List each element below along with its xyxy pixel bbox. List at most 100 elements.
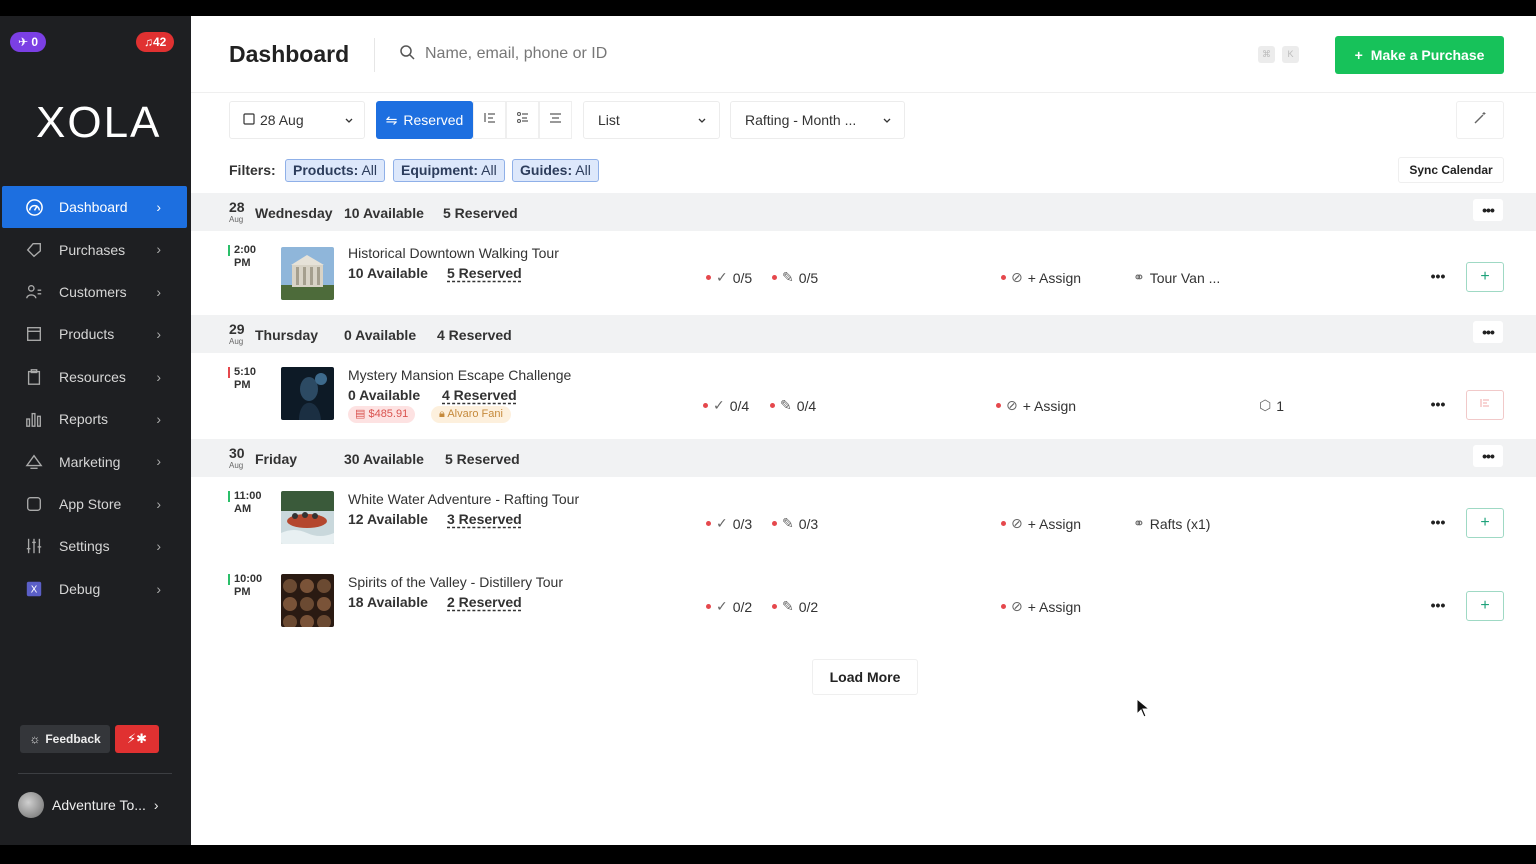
chip-value: All [361, 162, 378, 178]
tour-name[interactable]: Mystery Mansion Escape Challenge [348, 367, 571, 383]
view-option-1-button[interactable] [473, 101, 506, 139]
add-booking-button[interactable]: + [1466, 591, 1504, 621]
price-tag[interactable]: ▤ $485.91 [348, 406, 416, 423]
day-month: Aug [229, 461, 244, 470]
sidebar-item-products[interactable]: Products › [2, 313, 187, 355]
chip-key: Guides: [520, 162, 573, 178]
checkin-count[interactable]: ✓ 0/5 [706, 269, 752, 286]
tour-name[interactable]: Spirits of the Valley - Distillery Tour [348, 574, 563, 590]
tour-reserved-link[interactable]: 2 Reserved [447, 594, 522, 610]
view-option-2-button[interactable] [506, 101, 539, 139]
price-tag-value: $485.91 [368, 408, 409, 420]
assign-guide-button[interactable]: ⊘ + Assign [996, 397, 1076, 414]
report-bug-button[interactable]: ⚡✱ [115, 725, 159, 753]
sidebar-item-label: Products [59, 326, 115, 343]
notifications-badge[interactable]: ✈ 0 [10, 32, 47, 52]
checkin-value: 0/4 [729, 397, 750, 414]
assign-guide-button[interactable]: ⊘ + Assign [1001, 598, 1081, 615]
tour-reserved-link[interactable]: 3 Reserved [447, 511, 522, 527]
chevron-down-icon [344, 113, 354, 129]
search-input[interactable] [425, 42, 925, 66]
assign-guide-button[interactable]: ⊘ + Assign [1001, 515, 1081, 532]
waiver-count[interactable]: ✎ 0/5 [772, 269, 818, 286]
alerts-badge[interactable]: ♫42 [136, 32, 175, 52]
tour-thumbnail[interactable] [281, 491, 334, 544]
checkin-count[interactable]: ✓ 0/4 [703, 397, 749, 414]
resource-badge[interactable]: ⚭ Rafts (x1) [1133, 515, 1210, 532]
pencil-icon: ✎ [780, 397, 792, 413]
assign-guide-button[interactable]: ⊘ + Assign [1001, 269, 1081, 286]
equipment-count-value: 1 [1276, 397, 1285, 414]
day-more-button[interactable]: ••• [1473, 199, 1503, 221]
xola-logo[interactable]: XOLA [36, 98, 161, 148]
day-month: Aug [229, 215, 244, 224]
megaphone-icon: ✈ [18, 35, 29, 49]
guides-filter-chip[interactable]: Guides: All [512, 159, 599, 182]
tour-row[interactable]: 11:00 AM White Water Adventure - Rafting … [191, 477, 1536, 561]
products-filter-chip[interactable]: Products: All [285, 159, 386, 182]
tour-name[interactable]: Historical Downtown Walking Tour [348, 245, 559, 261]
tour-available: 10 Available [348, 265, 428, 281]
guide-tag[interactable]: 🔒︎ Alvaro Fani [431, 406, 511, 423]
tour-thumbnail[interactable] [281, 367, 334, 420]
sidebar-item-reports[interactable]: Reports › [2, 398, 187, 440]
sidebar-item-debug[interactable]: X Debug › [2, 568, 187, 610]
tag-icon [24, 240, 44, 260]
waiver-count[interactable]: ✎ 0/4 [770, 397, 816, 414]
tour-reserved-link[interactable]: 5 Reserved [447, 265, 522, 281]
checkin-count[interactable]: ✓ 0/2 [706, 598, 752, 615]
main-content: Dashboard ⌘ K + Make a Purchase 28 Aug ⇋… [191, 16, 1536, 845]
make-purchase-button[interactable]: + Make a Purchase [1335, 36, 1504, 74]
account-switcher[interactable]: Adventure To... › [18, 792, 159, 818]
sidebar-item-resources[interactable]: Resources › [2, 356, 187, 398]
day-more-button[interactable]: ••• [1473, 445, 1503, 467]
tour-row[interactable]: 10:00 PM Spirits of the Valley - Distille… [191, 561, 1536, 645]
resource-badge[interactable]: ⚭ Tour Van ... [1133, 269, 1220, 286]
sidebar-item-app-store[interactable]: App Store › [2, 483, 187, 525]
tour-row[interactable]: 2:00 PM Historical Downtown Walking Tour … [191, 231, 1536, 315]
add-booking-button[interactable]: + [1466, 262, 1504, 292]
compass-icon: ⊘ [1006, 397, 1018, 413]
filter-lines-icon: ⇋ [385, 111, 398, 128]
sync-calendar-button[interactable]: Sync Calendar [1398, 157, 1504, 183]
day-more-button[interactable]: ••• [1473, 321, 1503, 343]
feedback-button[interactable]: ☼ Feedback [20, 725, 110, 753]
tour-time: 5:10 PM [234, 366, 256, 392]
clipboard-icon [24, 367, 44, 387]
sidebar-item-customers[interactable]: Customers › [2, 271, 187, 313]
add-booking-button[interactable] [1466, 390, 1504, 420]
checkin-value: 0/2 [732, 598, 753, 615]
row-more-button[interactable]: ••• [1423, 511, 1453, 533]
view-option-3-button[interactable] [539, 101, 572, 139]
row-more-button[interactable]: ••• [1423, 393, 1453, 415]
equipment-count[interactable]: ⬡ 1 [1259, 397, 1284, 414]
page-title: Dashboard [229, 41, 350, 67]
sidebar-item-label: Customers [59, 283, 127, 300]
add-booking-button[interactable]: + [1466, 508, 1504, 538]
load-more-button[interactable]: Load More [812, 659, 918, 695]
tour-reserved-link[interactable]: 4 Reserved [442, 387, 517, 403]
magic-wand-button[interactable] [1456, 101, 1504, 139]
equipment-filter-chip[interactable]: Equipment: All [393, 159, 505, 182]
sidebar-item-settings[interactable]: Settings › [2, 525, 187, 567]
checkin-count[interactable]: ✓ 0/3 [706, 515, 752, 532]
status-dot [706, 275, 711, 280]
waiver-count[interactable]: ✎ 0/2 [772, 598, 818, 615]
sidebar-item-purchases[interactable]: Purchases › [2, 228, 187, 270]
sidebar-item-dashboard[interactable]: Dashboard › [2, 186, 187, 229]
layout-select[interactable]: List [583, 101, 720, 139]
tour-thumbnail[interactable] [281, 247, 334, 300]
product-filter-select[interactable]: Rafting - Month ... [730, 101, 905, 139]
tour-row[interactable]: 5:10 PM Mystery Mansion Escape Challenge … [191, 353, 1536, 439]
row-more-button[interactable]: ••• [1423, 265, 1453, 287]
day-reserved: 5 Reserved [445, 451, 520, 467]
product-filter-value: Rafting - Month ... [745, 112, 857, 128]
view-reserved-button[interactable]: ⇋ Reserved [376, 101, 473, 139]
tour-thumbnail[interactable] [281, 574, 334, 627]
tour-name[interactable]: White Water Adventure - Rafting Tour [348, 491, 579, 507]
row-more-button[interactable]: ••• [1423, 594, 1453, 616]
date-picker[interactable]: 28 Aug [229, 101, 365, 139]
sidebar-item-marketing[interactable]: Marketing › [2, 440, 187, 482]
waiver-count[interactable]: ✎ 0/3 [772, 515, 818, 532]
check-icon: ✓ [713, 397, 725, 413]
